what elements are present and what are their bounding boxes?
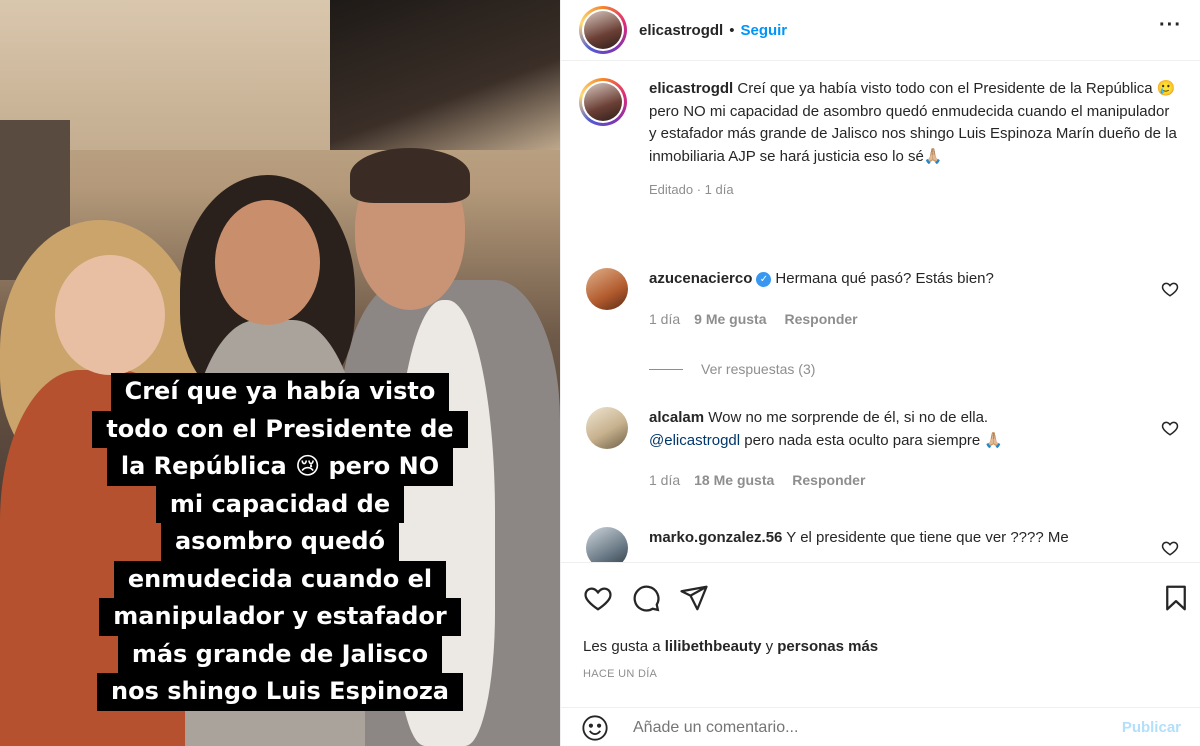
- emoji-icon[interactable]: [581, 714, 609, 742]
- comment-time: 1 día: [649, 472, 681, 489]
- comment-body: Wow no me sorprende de él, si no de ella…: [708, 409, 989, 426]
- replies-divider: [649, 368, 683, 370]
- comment-text: azucenacierco ✓ Hermana qué pasó? Estás bi…: [649, 268, 1179, 291]
- caption-meta: Editado · 1 día: [649, 182, 734, 198]
- reply-button[interactable]: Responder: [785, 311, 858, 327]
- more-options-icon[interactable]: ···: [1159, 14, 1182, 37]
- caption-username[interactable]: elicastrogdl: [649, 80, 733, 97]
- heart-icon[interactable]: [1161, 539, 1179, 557]
- comment-username[interactable]: alcalam: [649, 409, 704, 426]
- likes-prefix: Les gusta a: [583, 638, 661, 655]
- person-right-hair: [350, 148, 470, 203]
- comment-item: alcalam Wow no me sorprende de él, si no…: [579, 407, 1179, 488]
- view-replies-label: Ver respuestas (3): [701, 361, 816, 377]
- caption-line: mi capacidad de: [155, 485, 405, 523]
- view-replies-button[interactable]: Ver respuestas (3): [649, 361, 815, 377]
- post-image[interactable]: Creí que ya había visto todo con el Pres…: [0, 0, 560, 746]
- post-header: elicastrogdl • Seguir ···: [561, 0, 1200, 61]
- avatar[interactable]: [586, 527, 628, 562]
- separator-dot: •: [729, 21, 735, 39]
- share-icon[interactable]: [679, 583, 709, 613]
- header-username[interactable]: elicastrogdl: [639, 22, 723, 39]
- caption-line: todo con el Presidente de: [92, 410, 468, 448]
- comment-username[interactable]: azucenacierco: [649, 270, 752, 287]
- caption-line: asombro quedó: [160, 523, 400, 561]
- publish-button[interactable]: Publicar: [1122, 719, 1181, 736]
- comment-item: azucenacierco ✓ Hermana qué pasó? Estás bi…: [579, 268, 1179, 327]
- photo-beam: [330, 0, 560, 150]
- comment-username[interactable]: marko.gonzalez.56: [649, 529, 782, 546]
- comment-text: alcalam Wow no me sorprende de él, si no…: [649, 407, 1179, 452]
- comment-meta: 1 día 9 Me gusta Responder: [649, 311, 1179, 327]
- comment-time: 1 día: [649, 310, 681, 327]
- avatar[interactable]: [579, 6, 627, 54]
- bookmark-icon: [1166, 585, 1186, 611]
- reply-button[interactable]: Responder: [792, 472, 865, 488]
- likes-summary: Les gusta a lilibethbeauty y personas má…: [583, 638, 878, 655]
- comment-item: marko.gonzalez.56 Y el presidente que ti…: [579, 527, 1179, 562]
- comment-icon[interactable]: [631, 583, 661, 613]
- post-caption: elicastrogdl Creí que ya había visto tod…: [579, 78, 1179, 197]
- avatar[interactable]: [586, 268, 628, 310]
- post-timestamp[interactable]: HACE UN DÍA: [583, 668, 657, 680]
- caption-text: elicastrogdl Creí que ya había visto tod…: [649, 78, 1179, 168]
- caption-line: nos shingo Luis Espinoza: [97, 673, 463, 711]
- add-comment-bar: Publicar: [561, 707, 1200, 746]
- post-actions: Les gusta a lilibethbeauty y personas má…: [561, 562, 1200, 746]
- caption-line: Creí que ya había visto: [110, 373, 450, 411]
- caption-line: manipulador y estafador: [99, 598, 461, 636]
- comment-meta: 1 día 18 Me gusta Responder: [649, 472, 1179, 488]
- comment-mention[interactable]: @elicastrogdl: [649, 432, 740, 449]
- comment-input[interactable]: [633, 718, 1122, 737]
- heart-icon[interactable]: [1161, 280, 1179, 298]
- caption-line: más grande de Jalisco: [117, 635, 443, 673]
- likes-user[interactable]: lilibethbeauty: [665, 638, 762, 655]
- caption-line: enmudecida cuando el: [113, 560, 447, 598]
- save-button[interactable]: [1161, 583, 1191, 617]
- verified-icon: ✓: [756, 272, 772, 287]
- likes-others[interactable]: personas más: [777, 638, 878, 655]
- comment-body-2: pero nada esta oculto para siempre 🙏🏼: [744, 431, 1004, 449]
- comment-body: Y el presidente que tiene que ver ???? M…: [786, 529, 1069, 546]
- person-middle-face: [215, 200, 320, 325]
- follow-button[interactable]: Seguir: [740, 22, 787, 39]
- story-caption: Creí que ya había visto todo con el Pres…: [0, 373, 560, 711]
- comment-body: Hermana qué pasó? Estás bien?: [775, 270, 994, 287]
- heart-icon[interactable]: [1161, 419, 1179, 437]
- comment-likes[interactable]: 9 Me gusta: [694, 311, 766, 327]
- comments-list[interactable]: elicastrogdl Creí que ya había visto tod…: [561, 62, 1200, 562]
- avatar[interactable]: [586, 407, 628, 449]
- comment-text: marko.gonzalez.56 Y el presidente que ti…: [649, 527, 1179, 550]
- heart-icon[interactable]: [583, 583, 613, 613]
- caption-avatar[interactable]: [579, 78, 627, 126]
- action-icons: [583, 583, 709, 613]
- person-left-face: [55, 255, 165, 375]
- comment-likes[interactable]: 18 Me gusta: [694, 472, 774, 488]
- post-side-panel: elicastrogdl • Seguir ··· elicastrogdl C…: [560, 0, 1200, 746]
- caption-line: la República 😢 pero NO: [106, 448, 454, 486]
- likes-joiner: y: [765, 638, 774, 655]
